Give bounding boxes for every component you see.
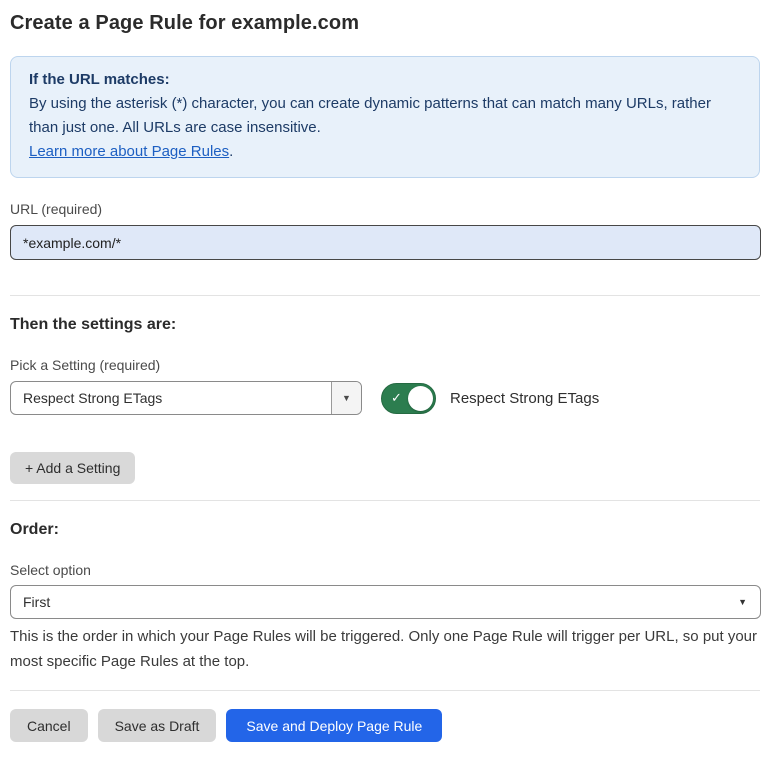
save-deploy-button[interactable]: Save and Deploy Page Rule [226,709,442,742]
pick-setting-label: Pick a Setting (required) [10,357,760,373]
divider-after-settings [10,500,760,501]
toggle-knob [408,386,433,411]
order-select-value: First [11,586,738,618]
chevron-down-icon: ▼ [738,586,760,618]
save-draft-button[interactable]: Save as Draft [98,709,217,742]
order-help-text: This is the order in which your Page Rul… [10,624,761,674]
divider-before-footer [10,690,760,691]
setting-select-value: Respect Strong ETags [11,382,331,414]
order-section-heading: Order: [10,521,760,539]
url-matches-info-box: If the URL matches: By using the asteris… [10,56,760,178]
setting-row: Respect Strong ETags ▼ ✓ Respect Strong … [10,381,760,415]
settings-section-heading: Then the settings are: [10,316,760,334]
etags-toggle-label: Respect Strong ETags [450,390,599,407]
etags-toggle[interactable]: ✓ [381,383,436,414]
info-box-body: By using the asterisk (*) character, you… [29,92,741,140]
page-title: Create a Page Rule for example.com [10,12,760,35]
url-input[interactable] [10,225,761,260]
info-box-link-line: Learn more about Page Rules. [29,140,741,164]
create-page-rule-form: Create a Page Rule for example.com If th… [0,0,769,766]
chevron-down-icon[interactable]: ▼ [331,382,361,414]
order-select-label: Select option [10,562,760,578]
add-setting-button[interactable]: + Add a Setting [10,452,135,484]
cancel-button[interactable]: Cancel [10,709,88,742]
divider-after-url [10,295,760,296]
link-period: . [229,143,233,160]
info-box-heading: If the URL matches: [29,68,741,92]
footer-actions: Cancel Save as Draft Save and Deploy Pag… [10,709,760,742]
url-label: URL (required) [10,201,760,217]
learn-more-link[interactable]: Learn more about Page Rules [29,143,229,160]
order-select[interactable]: First ▼ [10,585,761,619]
check-icon: ✓ [391,390,402,406]
setting-select[interactable]: Respect Strong ETags ▼ [10,381,362,415]
